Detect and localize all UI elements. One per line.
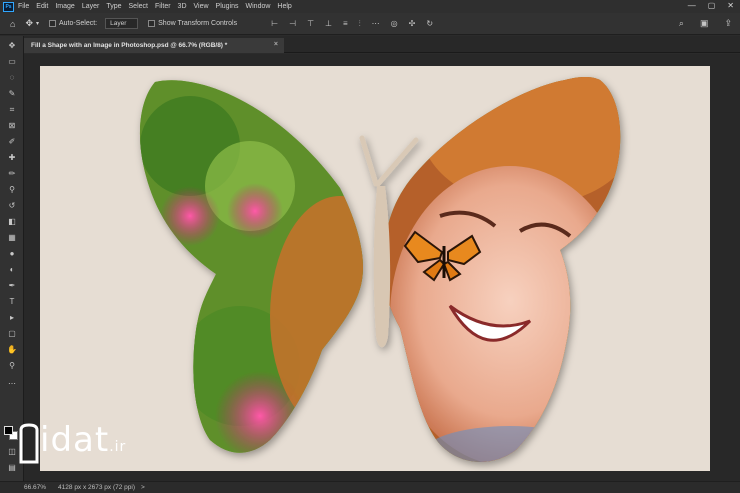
eraser-icon[interactable]: ◧ bbox=[5, 216, 19, 228]
move-tool-icon[interactable]: ✥ bbox=[25, 18, 33, 29]
dodge-icon[interactable]: ◐ bbox=[5, 264, 19, 276]
share-icon[interactable]: ⇪ bbox=[724, 18, 732, 29]
document-tab[interactable]: Fill a Shape with an Image in Photoshop.… bbox=[24, 38, 284, 53]
document-tab-bar: Fill a Shape with an Image in Photoshop.… bbox=[24, 36, 740, 53]
quick-select-icon[interactable]: ✎ bbox=[5, 88, 19, 100]
search-icon[interactable]: ⌕ bbox=[679, 18, 684, 29]
menu-image[interactable]: Image bbox=[55, 3, 74, 10]
transform-controls-label: Show Transform Controls bbox=[158, 20, 238, 27]
more-tools-icon[interactable]: ⋯ bbox=[5, 378, 19, 390]
gradient-icon[interactable]: ▦ bbox=[5, 232, 19, 244]
crop-icon[interactable]: ⌗ bbox=[5, 104, 19, 116]
move-icon[interactable]: ✥ bbox=[5, 40, 19, 52]
butterfly-artwork bbox=[139, 77, 621, 462]
align-right-icon[interactable]: ⊤ bbox=[307, 19, 314, 29]
close-icon[interactable]: × bbox=[274, 41, 278, 48]
menu-help[interactable]: Help bbox=[277, 3, 291, 10]
document-canvas[interactable] bbox=[40, 66, 710, 471]
document-info: 4128 px x 2673 px (72 ppi) bbox=[58, 484, 136, 491]
quick-mask-icon[interactable]: ◫ bbox=[5, 446, 19, 458]
workspace-icon[interactable]: ▣ bbox=[700, 18, 709, 29]
chevron-down-icon[interactable]: ▾ bbox=[36, 20, 39, 27]
pen-icon[interactable]: ✒ bbox=[5, 280, 19, 292]
align-bottom-icon[interactable]: ⫶ bbox=[359, 19, 361, 29]
menu-edit[interactable]: Edit bbox=[36, 3, 48, 10]
menu-type[interactable]: Type bbox=[106, 3, 121, 10]
path-selection-icon[interactable]: ▸ bbox=[5, 312, 19, 324]
status-menu-arrow[interactable]: > bbox=[141, 484, 145, 491]
menu-plugins[interactable]: Plugins bbox=[216, 3, 239, 10]
document-tab-title: Fill a Shape with an Image in Photoshop.… bbox=[31, 42, 228, 49]
menu-select[interactable]: Select bbox=[129, 3, 148, 10]
eyedropper-icon[interactable]: ✐ bbox=[5, 136, 19, 148]
brush-icon[interactable]: ✏ bbox=[5, 168, 19, 180]
home-icon[interactable]: ⌂ bbox=[10, 19, 15, 29]
foreground-color-swatch[interactable] bbox=[4, 426, 13, 435]
marquee-icon[interactable]: ▭ bbox=[5, 56, 19, 68]
auto-select-checkbox[interactable] bbox=[49, 20, 56, 27]
transform-controls-checkbox[interactable] bbox=[148, 20, 156, 27]
watermark-text: idat.ir bbox=[40, 420, 127, 460]
window-controls: — ▢ ✕ bbox=[688, 1, 734, 10]
menu-file[interactable]: File bbox=[18, 3, 29, 10]
align-top-icon[interactable]: ⊥ bbox=[325, 19, 332, 29]
history-brush-icon[interactable]: ↺ bbox=[5, 200, 19, 212]
menu-view[interactable]: View bbox=[194, 3, 209, 10]
shape-icon[interactable]: ▢ bbox=[5, 328, 19, 340]
zoom-icon[interactable]: ⚲ bbox=[5, 360, 19, 372]
hand-icon[interactable]: ✋ bbox=[5, 344, 19, 356]
align-middle-icon[interactable]: ≡ bbox=[343, 19, 348, 29]
align-left-icon[interactable]: ⊢ bbox=[271, 19, 278, 29]
photoshop-logo-icon: Ps bbox=[3, 1, 14, 12]
lasso-icon[interactable]: ◌ bbox=[5, 72, 19, 84]
tools-panel: ✥ ▭ ◌ ✎ ⌗ ⊠ ✐ ✚ ✏ ⚲ ↺ ◧ ▦ ● ◐ ✒ T ▸ ▢ ✋ … bbox=[0, 36, 24, 481]
watermark-logo-icon bbox=[19, 423, 39, 464]
minimize-button[interactable]: — bbox=[688, 1, 696, 10]
watermark: idat.ir bbox=[18, 418, 168, 468]
screen-mode-icon[interactable]: ▤ bbox=[5, 462, 19, 474]
close-button[interactable]: ✕ bbox=[727, 1, 734, 10]
canvas-area bbox=[24, 54, 740, 481]
menu-bar: Ps File Edit Image Layer Type Select Fil… bbox=[0, 0, 740, 13]
menu-3d[interactable]: 3D bbox=[178, 3, 187, 10]
menu-filter[interactable]: Filter bbox=[155, 3, 171, 10]
menu-window[interactable]: Window bbox=[246, 3, 271, 10]
options-bar: ⌂ ✥ ▾ Auto-Select: Layer Show Transform … bbox=[0, 13, 740, 35]
align-tools: ⊢ ⊣ ⊤ ⊥ ≡ ⫶ ⋯ ◎ ✣ ↻ bbox=[271, 19, 433, 29]
type-icon[interactable]: T bbox=[5, 296, 19, 308]
auto-select-dropdown[interactable]: Layer bbox=[105, 18, 139, 29]
status-bar: 66.67% 4128 px x 2673 px (72 ppi) > bbox=[0, 481, 740, 493]
3d-mode-icon[interactable]: ◎ bbox=[391, 19, 398, 29]
auto-select-label: Auto-Select: bbox=[59, 20, 98, 27]
maximize-button[interactable]: ▢ bbox=[708, 1, 716, 10]
align-center-icon[interactable]: ⊣ bbox=[289, 19, 296, 29]
frame-icon[interactable]: ⊠ bbox=[5, 120, 19, 132]
blur-icon[interactable]: ● bbox=[5, 248, 19, 260]
clone-stamp-icon[interactable]: ⚲ bbox=[5, 184, 19, 196]
options-right: ⌕ ▣ ⇪ bbox=[679, 18, 732, 29]
healing-brush-icon[interactable]: ✚ bbox=[5, 152, 19, 164]
distribute-icon[interactable]: ⋯ bbox=[372, 19, 380, 29]
zoom-level[interactable]: 66.67% bbox=[24, 484, 46, 491]
pan-3d-icon[interactable]: ✣ bbox=[409, 19, 416, 29]
rotate-3d-icon[interactable]: ↻ bbox=[426, 19, 433, 29]
menu-layer[interactable]: Layer bbox=[82, 3, 100, 10]
